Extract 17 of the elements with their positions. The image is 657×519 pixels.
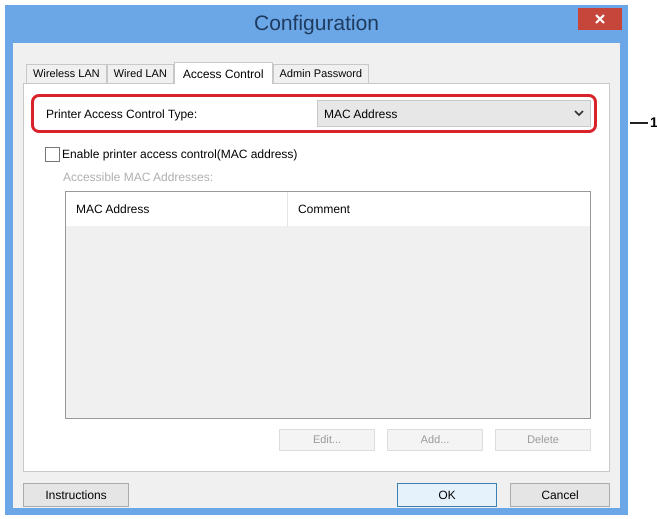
- tab[interactable]: Wireless LAN: [26, 64, 107, 83]
- list-label: Accessible MAC Addresses:: [63, 169, 214, 186]
- tab[interactable]: Access Control: [174, 62, 273, 84]
- close-icon: [595, 14, 605, 24]
- leader-line: [630, 122, 648, 124]
- chevron-down-icon: [574, 110, 584, 117]
- window-title: Configuration: [254, 11, 379, 38]
- checkbox[interactable]: [45, 146, 60, 162]
- tab[interactable]: Admin Password: [272, 64, 370, 83]
- tab[interactable]: Wired LAN: [106, 64, 174, 83]
- dialog-button[interactable]: Instructions: [23, 483, 129, 507]
- close-button[interactable]: [578, 8, 622, 30]
- dialog-button[interactable]: OK: [397, 483, 497, 507]
- checkbox-label: Enable printer access control(MAC address): [62, 146, 298, 163]
- type-dropdown[interactable]: MAC Address: [317, 100, 591, 127]
- dialog-button[interactable]: Cancel: [510, 483, 610, 507]
- field-label: Printer Access Control Type:: [46, 106, 198, 122]
